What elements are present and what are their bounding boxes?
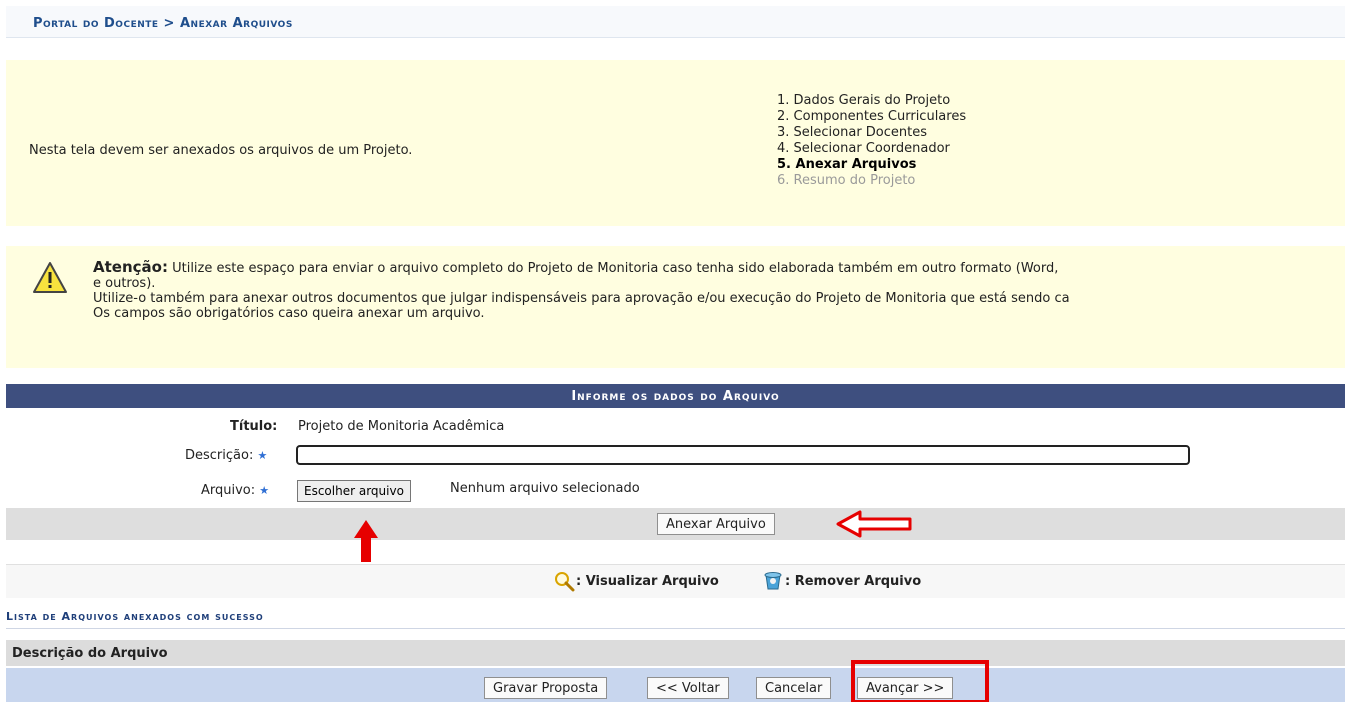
file-status: Nenhum arquivo selecionado: [450, 481, 640, 496]
list-title: Lista de Arquivos anexados com sucesso: [6, 610, 264, 623]
arquivo-label: Arquivo: ★: [201, 483, 269, 498]
warning-text: Atenção: Utilize este espaço para enviar…: [93, 258, 1070, 322]
warning-icon: [33, 262, 67, 293]
warning-title: Atenção:: [93, 258, 168, 276]
form-header: Informe os dados do Arquivo: [6, 384, 1345, 408]
required-star-icon: ★: [257, 449, 268, 462]
descricao-input[interactable]: [296, 445, 1190, 465]
wizard-steps: 1. Dados Gerais do Projeto 2. Componente…: [777, 93, 966, 189]
step-2: 2. Componentes Curriculares: [777, 109, 967, 124]
choose-file-button[interactable]: Escolher arquivo: [297, 480, 411, 502]
step-3: 3. Selecionar Docentes: [777, 125, 928, 140]
arrow-left-annotation-icon: [836, 510, 912, 538]
warning-line-3: Utilize-o também para anexar outros docu…: [93, 291, 1070, 306]
descricao-label-text: Descrição:: [185, 448, 254, 463]
warning-line-1: Utilize este espaço para enviar o arquiv…: [172, 261, 1059, 276]
step-5-current: 5. Anexar Arquivos: [777, 157, 917, 172]
legend-remove-label: : Remover Arquivo: [785, 574, 922, 589]
form-header-title: Informe os dados do Arquivo: [571, 389, 780, 404]
breadcrumb-text: Portal do Docente > Anexar Arquivos: [33, 16, 293, 31]
step-1: 1. Dados Gerais do Projeto: [777, 93, 951, 108]
intro-panel: Nesta tela devem ser anexados os arquivo…: [6, 60, 1345, 226]
step-4: 4. Selecionar Coordenador: [777, 141, 950, 156]
back-button[interactable]: << Voltar: [647, 677, 729, 699]
descricao-label: Descrição: ★: [185, 448, 267, 463]
titulo-label: Título:: [230, 419, 278, 434]
legend-bar: : Visualizar Arquivo : Remover Arquivo: [6, 564, 1345, 598]
step-6: 6. Resumo do Projeto: [777, 173, 916, 188]
required-star-icon: ★: [259, 484, 270, 497]
breadcrumb: Portal do Docente > Anexar Arquivos: [6, 6, 1345, 38]
highlight-box: [851, 660, 989, 702]
titulo-value: Projeto de Monitoria Acadêmica: [298, 419, 505, 434]
list-divider: [6, 628, 1345, 629]
trash-icon: [764, 572, 782, 590]
arrow-up-annotation-icon: [354, 520, 378, 562]
magnifier-icon: [555, 572, 575, 592]
save-proposal-button[interactable]: Gravar Proposta: [484, 677, 608, 699]
arquivo-label-text: Arquivo:: [201, 483, 256, 498]
legend-view-label: : Visualizar Arquivo: [576, 574, 719, 589]
column-header-descricao: Descrição do Arquivo: [6, 640, 1345, 666]
intro-text: Nesta tela devem ser anexados os arquivo…: [29, 143, 413, 158]
warning-panel: Atenção: Utilize este espaço para enviar…: [6, 246, 1345, 368]
warning-line-2: e outros).: [93, 276, 156, 291]
warning-line-4: Os campos são obrigatórios caso queira a…: [93, 306, 485, 321]
attach-file-button[interactable]: Anexar Arquivo: [657, 513, 775, 535]
cancel-button[interactable]: Cancelar: [756, 677, 832, 699]
